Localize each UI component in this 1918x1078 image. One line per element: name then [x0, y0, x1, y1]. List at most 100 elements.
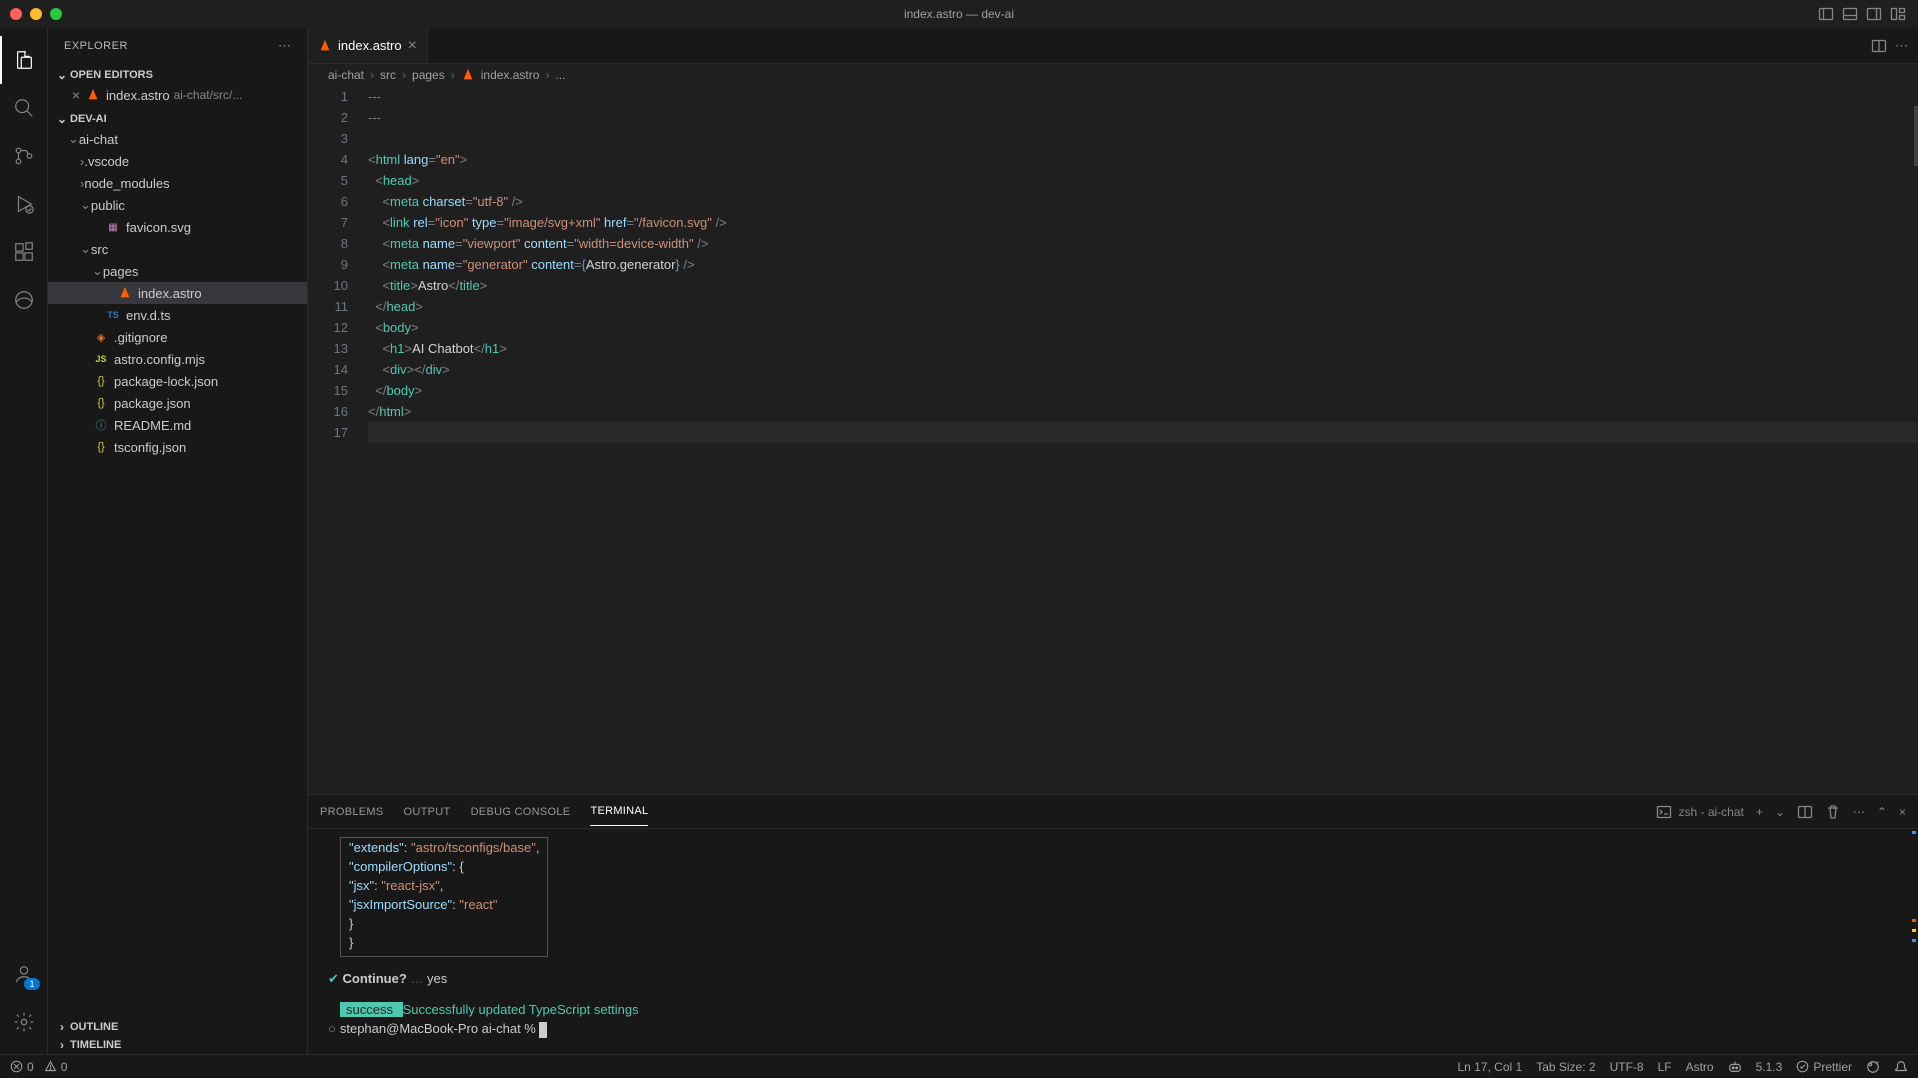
- tree-item-label: package.json: [114, 396, 191, 411]
- breadcrumb-item[interactable]: src: [380, 68, 396, 82]
- settings-activity-icon[interactable]: [0, 998, 48, 1046]
- status-warnings[interactable]: 0: [44, 1060, 68, 1074]
- new-terminal-icon[interactable]: +: [1756, 805, 1763, 819]
- tree-item-label: env.d.ts: [126, 308, 171, 323]
- split-terminal-icon[interactable]: [1797, 804, 1813, 820]
- run-debug-activity-icon[interactable]: [0, 180, 48, 228]
- panel-tab-debug[interactable]: DEBUG CONSOLE: [471, 798, 571, 826]
- maximize-panel-icon[interactable]: ⌃: [1877, 805, 1887, 819]
- editor-tab[interactable]: index.astro ×: [308, 28, 428, 63]
- close-window-button[interactable]: [10, 8, 22, 20]
- file-icon: {}: [92, 439, 110, 455]
- tree-item-package-lock-json[interactable]: {}package-lock.json: [48, 370, 307, 392]
- breadcrumb-item[interactable]: index.astro: [481, 68, 540, 82]
- breadcrumb-item[interactable]: ai-chat: [328, 68, 364, 82]
- panel-tab-terminal[interactable]: TERMINAL: [590, 797, 648, 826]
- panel-tabs: PROBLEMS OUTPUT DEBUG CONSOLE TERMINAL z…: [308, 795, 1918, 829]
- toggle-secondary-sidebar-icon[interactable]: [1864, 4, 1884, 24]
- panel-tab-output[interactable]: OUTPUT: [404, 798, 451, 826]
- window-title: index.astro — dev-ai: [904, 7, 1014, 21]
- status-errors[interactable]: 0: [10, 1060, 34, 1074]
- tree-item-public[interactable]: ⌄ public: [48, 194, 307, 216]
- tree-item-tsconfig-json[interactable]: {}tsconfig.json: [48, 436, 307, 458]
- status-eol[interactable]: LF: [1658, 1060, 1672, 1074]
- open-editors-section[interactable]: ⌄OPEN EDITORS: [48, 66, 307, 84]
- status-notifications-icon[interactable]: [1894, 1060, 1908, 1074]
- status-encoding[interactable]: UTF-8: [1610, 1060, 1644, 1074]
- minimap-slider[interactable]: [1914, 106, 1918, 166]
- edge-tools-activity-icon[interactable]: [0, 276, 48, 324]
- breadcrumb-item[interactable]: ...: [555, 68, 565, 82]
- tree-item-env-d-ts[interactable]: TSenv.d.ts: [48, 304, 307, 326]
- more-actions-icon[interactable]: ⋯: [1895, 38, 1908, 54]
- chevron-right-icon: ›: [54, 1020, 70, 1034]
- tree-item-label: public: [91, 198, 125, 213]
- file-icon: {}: [92, 373, 110, 389]
- tree-item-pages[interactable]: ⌄ pages: [48, 260, 307, 282]
- terminal-more-icon[interactable]: ⋯: [1853, 805, 1865, 819]
- tree-item-astro-config-mjs[interactable]: JSastro.config.mjs: [48, 348, 307, 370]
- toggle-primary-sidebar-icon[interactable]: [1816, 4, 1836, 24]
- source-control-activity-icon[interactable]: [0, 132, 48, 180]
- tree-item-readme-md[interactable]: ⓘREADME.md: [48, 414, 307, 436]
- file-icon: ▦: [104, 219, 122, 235]
- kill-terminal-icon[interactable]: [1825, 804, 1841, 820]
- tree-item-index-astro[interactable]: index.astro: [48, 282, 307, 304]
- explorer-header: EXPLORER ⋯: [48, 28, 307, 64]
- breadcrumbs[interactable]: ai-chat› src› pages› index.astro› ...: [308, 64, 1918, 86]
- customize-layout-icon[interactable]: [1888, 4, 1908, 24]
- tree-item-label: astro.config.mjs: [114, 352, 205, 367]
- status-tab-size[interactable]: Tab Size: 2: [1536, 1060, 1595, 1074]
- tree-item--gitignore[interactable]: ◈.gitignore: [48, 326, 307, 348]
- split-editor-icon[interactable]: [1871, 38, 1887, 54]
- editor-actions: ⋯: [1871, 28, 1918, 63]
- code-content[interactable]: ------ <html lang="en"> <head> <meta cha…: [368, 86, 1918, 794]
- terminal-instance-label[interactable]: zsh - ai-chat: [1656, 804, 1743, 820]
- breadcrumb-item[interactable]: pages: [412, 68, 445, 82]
- tree-item-label: README.md: [114, 418, 191, 433]
- outline-section[interactable]: ›OUTLINE: [48, 1018, 307, 1036]
- status-version[interactable]: 5.1.3: [1756, 1060, 1783, 1074]
- search-activity-icon[interactable]: [0, 84, 48, 132]
- activity-bar: 1: [0, 28, 48, 1054]
- close-editor-icon[interactable]: ×: [68, 87, 84, 103]
- extensions-activity-icon[interactable]: [0, 228, 48, 276]
- tree-item-favicon-svg[interactable]: ▦ favicon.svg: [48, 216, 307, 238]
- status-cursor-position[interactable]: Ln 17, Col 1: [1457, 1060, 1522, 1074]
- tree-item-label: src: [91, 242, 108, 257]
- status-language[interactable]: Astro: [1686, 1060, 1714, 1074]
- close-panel-icon[interactable]: ×: [1899, 805, 1906, 819]
- workspace-section[interactable]: ⌄DEV-AI: [48, 110, 307, 128]
- tree-item-src[interactable]: ⌄ src: [48, 238, 307, 260]
- file-tree: ⌄ ai-chat› .vscode› node_modules⌄ public…: [48, 128, 307, 458]
- tree-item-ai-chat[interactable]: ⌄ ai-chat: [48, 128, 307, 150]
- tree-item-node-modules[interactable]: › node_modules: [48, 172, 307, 194]
- status-copilot-icon[interactable]: [1728, 1060, 1742, 1074]
- astro-file-icon: [84, 87, 102, 103]
- terminal-dropdown-icon[interactable]: ⌄: [1775, 805, 1785, 819]
- tree-item-label: favicon.svg: [126, 220, 191, 235]
- accounts-activity-icon[interactable]: 1: [0, 950, 48, 998]
- chevron-down-icon: ⌄: [54, 68, 70, 82]
- status-prettier[interactable]: Prettier: [1796, 1060, 1852, 1074]
- tree-item-label: .gitignore: [114, 330, 167, 345]
- minimize-window-button[interactable]: [30, 8, 42, 20]
- panel-tab-problems[interactable]: PROBLEMS: [320, 798, 384, 826]
- terminal-prompt: stephan@MacBook-Pro ai-chat %: [340, 1021, 540, 1036]
- astro-file-icon: [461, 68, 475, 82]
- open-editor-path: ai-chat/src/...: [174, 88, 243, 102]
- toggle-panel-icon[interactable]: [1840, 4, 1860, 24]
- explorer-sidebar: EXPLORER ⋯ ⌄OPEN EDITORS × index.astro a…: [48, 28, 308, 1054]
- open-editor-name: index.astro: [106, 88, 170, 103]
- explorer-activity-icon[interactable]: [0, 36, 48, 84]
- status-feedback-icon[interactable]: [1866, 1060, 1880, 1074]
- open-editor-item[interactable]: × index.astro ai-chat/src/...: [48, 84, 307, 106]
- code-editor[interactable]: 1234567891011121314151617 ------ <html l…: [308, 86, 1918, 794]
- maximize-window-button[interactable]: [50, 8, 62, 20]
- explorer-more-icon[interactable]: ⋯: [278, 38, 291, 54]
- tree-item--vscode[interactable]: › .vscode: [48, 150, 307, 172]
- tree-item-package-json[interactable]: {}package.json: [48, 392, 307, 414]
- timeline-section[interactable]: ›TIMELINE: [48, 1036, 307, 1054]
- close-tab-icon[interactable]: ×: [408, 37, 417, 55]
- terminal-content[interactable]: "extends": "astro/tsconfigs/base", "comp…: [308, 829, 1918, 1054]
